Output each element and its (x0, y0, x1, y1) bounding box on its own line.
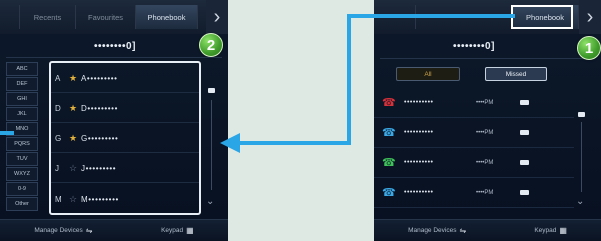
contact-initial: J (55, 164, 59, 173)
alpha-key[interactable]: Other (6, 197, 38, 211)
manage-devices-label: Manage Devices (34, 227, 83, 234)
star-icon: ★ (69, 133, 78, 143)
alpha-key[interactable]: WXYZ (6, 167, 38, 181)
manage-devices-label: Manage Devices (408, 227, 457, 234)
scroll-down-icon[interactable]: ⌄ (576, 196, 584, 207)
call-row[interactable]: ☎ •••••••••• ••••PM (374, 118, 574, 148)
star-icon: ★ (69, 73, 78, 83)
keypad-button[interactable]: Keypad ▦ (534, 226, 567, 235)
keypad-button[interactable]: Keypad ▦ (161, 226, 194, 235)
chevron-right-icon[interactable]: › (206, 0, 228, 34)
alpha-key[interactable]: ABC (6, 62, 38, 76)
contact-list: A ★ A••••••••• D ★ D••••••••• G ★ G•••••… (49, 61, 201, 215)
bottom-bar: Manage Devices ⇋ Keypad ▦ (0, 219, 228, 241)
alphabet-index: ABC DEF GHI JKL MNO PQRS TUV WXYZ 0-9 Ot… (6, 62, 38, 212)
call-number: •••••••••• (404, 159, 434, 166)
call-time: ••••PM (476, 189, 494, 196)
tab-bar: Recents Favourites Phonebook (0, 0, 206, 34)
phone-number: ••••••••0] (94, 41, 136, 52)
connector-line (347, 14, 351, 145)
keypad-icon: ▦ (559, 226, 567, 235)
missed-call-icon: ☎ (382, 97, 396, 109)
manage-devices-button[interactable]: Manage Devices ⇋ (408, 226, 466, 235)
call-time: ••••PM (476, 159, 494, 166)
tab-highlight (511, 5, 573, 29)
tab-recents[interactable]: Recents (20, 5, 76, 29)
call-badge (520, 160, 529, 165)
manage-devices-button[interactable]: Manage Devices ⇋ (34, 226, 92, 235)
tab-phonebook[interactable]: Phonebook (136, 5, 198, 29)
recents-screen: Phonebook › ••••••••0] All Missed ☎ ••••… (374, 0, 601, 241)
tab-favourites[interactable]: Favourites (76, 5, 136, 29)
contact-name: M••••••••• (81, 194, 119, 204)
incoming-call-icon: ☎ (382, 157, 396, 169)
star-outline-icon: ☆ (69, 193, 78, 204)
filter-missed-button[interactable]: Missed (485, 67, 547, 81)
contact-row[interactable]: J ☆ J••••••••• (51, 155, 199, 183)
divider (380, 58, 595, 59)
call-row[interactable]: ☎ •••••••••• ••••PM (374, 148, 574, 178)
call-row[interactable]: ☎ •••••••••• ••••PM (374, 178, 574, 208)
contact-initial: G (55, 134, 62, 143)
contact-name: D••••••••• (81, 104, 118, 113)
keypad-label: Keypad (534, 227, 557, 234)
alpha-key[interactable]: TUV (6, 152, 38, 166)
call-badge (520, 100, 529, 105)
contact-initial: D (55, 104, 61, 113)
scrollbar-track[interactable] (211, 100, 212, 190)
contact-row[interactable]: M ☆ M••••••••• (51, 185, 199, 213)
contact-row[interactable]: A ★ A••••••••• (51, 65, 199, 93)
keypad-label: Keypad (161, 227, 184, 234)
contact-name: J••••••••• (81, 164, 117, 173)
tab-back[interactable] (0, 5, 20, 29)
scrollbar-thumb[interactable] (578, 112, 585, 117)
contact-name: G••••••••• (81, 134, 119, 143)
alpha-key[interactable]: GHI (6, 92, 38, 106)
call-number: •••••••••• (404, 189, 434, 196)
scrollbar-thumb[interactable] (208, 88, 215, 93)
alpha-key[interactable]: 0-9 (6, 182, 38, 196)
bottom-bar: Manage Devices ⇋ Keypad ▦ (374, 219, 601, 241)
step-marker-2: 2 (199, 33, 223, 57)
outgoing-call-icon: ☎ (382, 187, 396, 199)
scroll-down-icon[interactable]: ⌄ (206, 196, 214, 207)
star-icon: ★ (69, 103, 78, 113)
phonebook-screen: Recents Favourites Phonebook › ••••••••0… (0, 0, 228, 241)
device-icon: ⇋ (459, 226, 467, 235)
keypad-icon: ▦ (186, 226, 194, 235)
connector-line (238, 141, 351, 145)
contact-row[interactable]: G ★ G••••••••• (51, 125, 199, 153)
outgoing-call-icon: ☎ (382, 127, 396, 139)
alpha-key[interactable]: DEF (6, 77, 38, 91)
call-number: •••••••••• (404, 129, 434, 136)
arrow-left-icon (220, 133, 240, 153)
star-outline-icon: ☆ (69, 163, 78, 173)
call-row[interactable]: ☎ •••••••••• ••••PM (374, 88, 574, 118)
call-badge (520, 190, 529, 195)
scrollbar-track[interactable] (581, 122, 582, 192)
call-badge (520, 130, 529, 135)
phone-number: ••••••••0] (453, 41, 495, 52)
contact-initial: A (55, 74, 61, 83)
contact-initial: M (55, 194, 62, 204)
connector-line (0, 131, 14, 135)
call-time: ••••PM (476, 99, 494, 106)
connector-line (347, 14, 513, 18)
divider (6, 57, 222, 58)
call-number: •••••••••• (404, 99, 434, 106)
alpha-key[interactable]: PQRS (6, 137, 38, 151)
step-marker-1: 1 (577, 36, 601, 60)
filter-all-button[interactable]: All (396, 67, 460, 81)
alpha-key[interactable]: JKL (6, 107, 38, 121)
call-time: ••••PM (476, 129, 494, 136)
chevron-right-icon[interactable]: › (579, 0, 601, 34)
contact-row[interactable]: D ★ D••••••••• (51, 95, 199, 123)
device-icon: ⇋ (85, 226, 93, 235)
contact-name: A••••••••• (81, 74, 118, 83)
